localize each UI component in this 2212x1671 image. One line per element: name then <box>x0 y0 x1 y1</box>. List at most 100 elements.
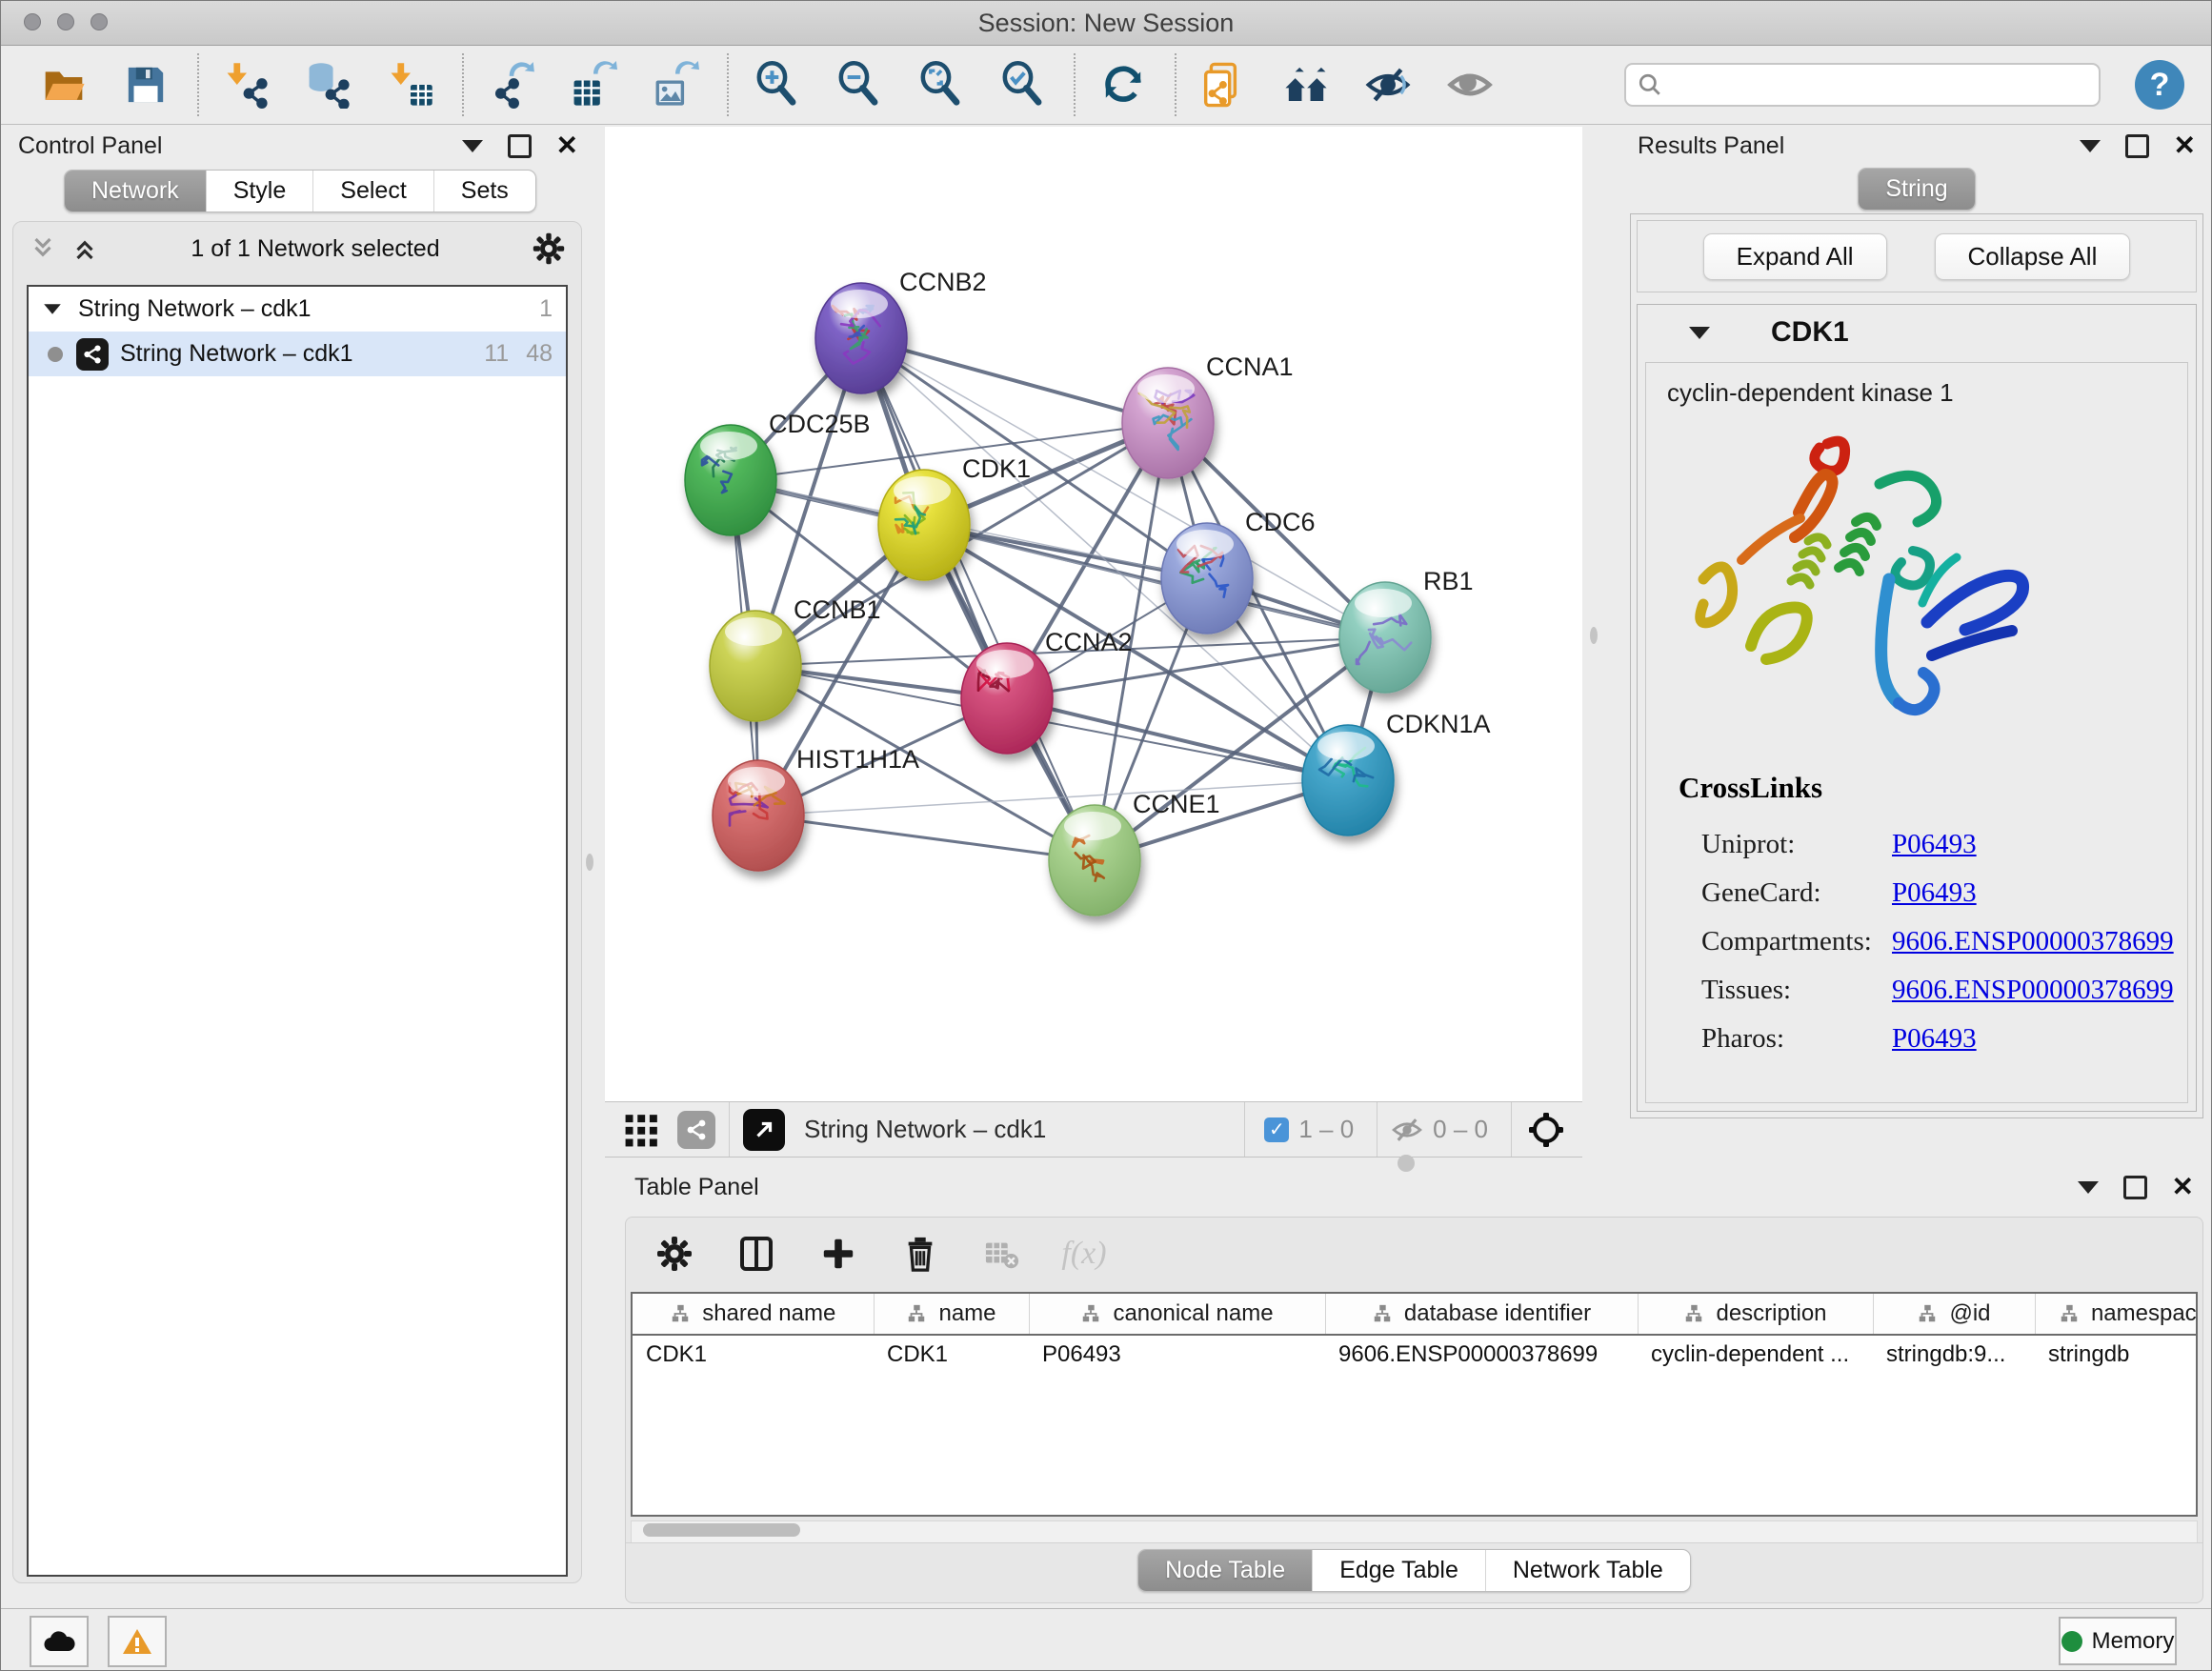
tab-network[interactable]: Network <box>65 171 207 211</box>
close-panel-icon[interactable]: ✕ <box>2172 1174 2194 1200</box>
crosslink-link[interactable]: 9606.ENSP00000378699 <box>1892 975 2174 1005</box>
crosslink-link[interactable]: P06493 <box>1892 829 1977 859</box>
zoom-selected-icon[interactable] <box>995 58 1049 111</box>
float-panel-icon[interactable] <box>2125 134 2149 158</box>
column-header-database-identifier[interactable]: database identifier <box>1325 1294 1638 1335</box>
navigator-target-icon[interactable] <box>1525 1109 1567 1151</box>
import-network-database-icon[interactable] <box>302 58 355 111</box>
panel-menu-icon[interactable] <box>2078 1181 2099 1194</box>
table-cell[interactable]: CDK1 <box>633 1335 874 1374</box>
column-header-canonical-name[interactable]: canonical name <box>1029 1294 1325 1335</box>
open-session-icon[interactable] <box>37 58 90 111</box>
network-options-gear-icon[interactable] <box>532 232 566 266</box>
show-columns-icon[interactable] <box>734 1232 778 1276</box>
network-selection-status: 1 of 1 Network selected <box>99 235 532 263</box>
column-header-description[interactable]: description <box>1638 1294 1873 1335</box>
crosslink-label: Tissues: <box>1701 966 1892 1015</box>
network-edge-HIST1H1A-CCNE1[interactable] <box>758 815 1095 860</box>
warnings-button[interactable] <box>108 1616 167 1667</box>
export-image-icon[interactable] <box>649 58 702 111</box>
network-node-CDKN1A[interactable]: CDKN1A <box>1302 710 1491 836</box>
clone-network-icon[interactable] <box>1197 58 1251 111</box>
delete-column-trash-icon[interactable] <box>898 1232 942 1276</box>
expand-all-button[interactable]: Expand All <box>1703 233 1887 280</box>
tab-select[interactable]: Select <box>313 171 433 211</box>
export-table-icon[interactable] <box>567 58 620 111</box>
network-share-icon[interactable] <box>677 1111 715 1149</box>
add-column-icon[interactable] <box>816 1232 860 1276</box>
table-cell[interactable]: stringdb:9... <box>1873 1335 2035 1374</box>
network-graph[interactable]: CCNB2CCNA1CDC25BCDK1CDC6RB1CCNB1CCNA2CDK… <box>605 127 1582 1101</box>
hide-selected-eye-icon[interactable] <box>1361 58 1415 111</box>
cloud-status-button[interactable] <box>30 1616 89 1667</box>
table-cell[interactable]: cyclin-dependent ... <box>1638 1335 1873 1374</box>
tab-edge-table[interactable]: Edge Table <box>1313 1550 1486 1591</box>
memory-button[interactable]: Memory <box>2059 1617 2177 1665</box>
network-edge-CCNA2-CDKN1A[interactable] <box>1007 698 1348 780</box>
float-panel-icon[interactable] <box>508 134 532 158</box>
import-table-file-icon[interactable] <box>384 58 437 111</box>
network-view-canvas[interactable]: CCNB2CCNA1CDC25BCDK1CDC6RB1CCNB1CCNA2CDK… <box>605 127 1582 1101</box>
zoom-in-icon[interactable] <box>750 58 803 111</box>
collapse-all-button[interactable]: Collapse All <box>1935 233 2131 280</box>
tab-node-table[interactable]: Node Table <box>1138 1550 1313 1591</box>
table-cell[interactable]: P06493 <box>1029 1335 1325 1374</box>
entry-expander-icon[interactable] <box>1689 327 1710 339</box>
function-builder-icon[interactable]: f(x) <box>1062 1232 1106 1276</box>
network-node-CCNA1[interactable]: CCNA1 <box>1122 352 1294 478</box>
tab-sets[interactable]: Sets <box>434 171 535 211</box>
float-panel-icon[interactable] <box>2123 1176 2147 1199</box>
node-label-RB1: RB1 <box>1423 567 1474 595</box>
column-header-id[interactable]: @id <box>1873 1294 2035 1335</box>
close-panel-icon[interactable]: ✕ <box>556 132 578 159</box>
network-edge-CCNB2-CCNE1[interactable] <box>861 338 1095 860</box>
column-header-namespace[interactable]: namespace <box>2035 1294 2198 1335</box>
search-field[interactable] <box>1624 63 2101 107</box>
right-splitter-handle[interactable] <box>1590 627 1598 644</box>
table-cell[interactable]: CDK1 <box>874 1335 1029 1374</box>
search-input[interactable] <box>1672 70 2087 100</box>
collection-expander-icon[interactable] <box>44 304 61 313</box>
panel-menu-icon[interactable] <box>2080 140 2101 152</box>
network-node-CCNE1[interactable]: CCNE1 <box>1049 790 1220 916</box>
birds-eye-grid-icon[interactable] <box>624 1112 660 1148</box>
tab-network-table[interactable]: Network Table <box>1486 1550 1690 1591</box>
table-cell[interactable]: stringdb <box>2035 1335 2198 1374</box>
node-gloss-highlight <box>728 767 785 795</box>
save-session-icon[interactable] <box>119 58 172 111</box>
crosslink-link[interactable]: P06493 <box>1892 1023 1977 1054</box>
panel-menu-icon[interactable] <box>462 140 483 152</box>
import-network-file-icon[interactable] <box>220 58 273 111</box>
column-header-name[interactable]: name <box>874 1294 1029 1335</box>
table-horizontal-scrollbar[interactable] <box>631 1520 2198 1543</box>
node-label-CDK1: CDK1 <box>962 454 1031 483</box>
scrollbar-thumb[interactable] <box>643 1523 800 1537</box>
network-collection-row[interactable]: String Network – cdk1 1 <box>29 287 566 332</box>
table-cell[interactable]: 9606.ENSP00000378699 <box>1325 1335 1638 1374</box>
tab-string[interactable]: String <box>1859 169 1974 210</box>
update-network-icon[interactable] <box>1096 58 1150 111</box>
column-header-shared-name[interactable]: shared name <box>633 1294 874 1335</box>
zoom-fit-content-icon[interactable] <box>914 58 967 111</box>
zoom-out-icon[interactable] <box>832 58 885 111</box>
help-icon[interactable]: ? <box>2135 60 2184 110</box>
show-all-eye-icon[interactable] <box>1443 58 1497 111</box>
network-node-CCNB1[interactable]: CCNB1 <box>710 595 881 721</box>
crosslink-link[interactable]: P06493 <box>1892 877 1977 908</box>
first-neighbors-icon[interactable] <box>1279 58 1333 111</box>
export-network-icon[interactable] <box>485 58 538 111</box>
expand-all-icon[interactable] <box>70 234 99 263</box>
delete-table-icon[interactable] <box>980 1232 1024 1276</box>
crosslink-link[interactable]: 9606.ENSP00000378699 <box>1892 926 2174 956</box>
network-row-selected[interactable]: String Network – cdk1 11 48 <box>29 332 566 376</box>
collapse-all-icon[interactable] <box>29 234 57 263</box>
hidden-eye-icon[interactable] <box>1391 1114 1423 1146</box>
close-panel-icon[interactable]: ✕ <box>2174 132 2196 159</box>
toolbar-search-area: ? <box>1624 60 2211 110</box>
left-splitter-handle[interactable] <box>586 854 593 871</box>
table-options-gear-icon[interactable] <box>653 1232 696 1276</box>
selected-checkbox-icon[interactable]: ✓ <box>1264 1117 1289 1142</box>
network-node-RB1[interactable]: RB1 <box>1339 567 1474 693</box>
open-in-new-window-icon[interactable] <box>743 1109 785 1151</box>
tab-style[interactable]: Style <box>207 171 314 211</box>
